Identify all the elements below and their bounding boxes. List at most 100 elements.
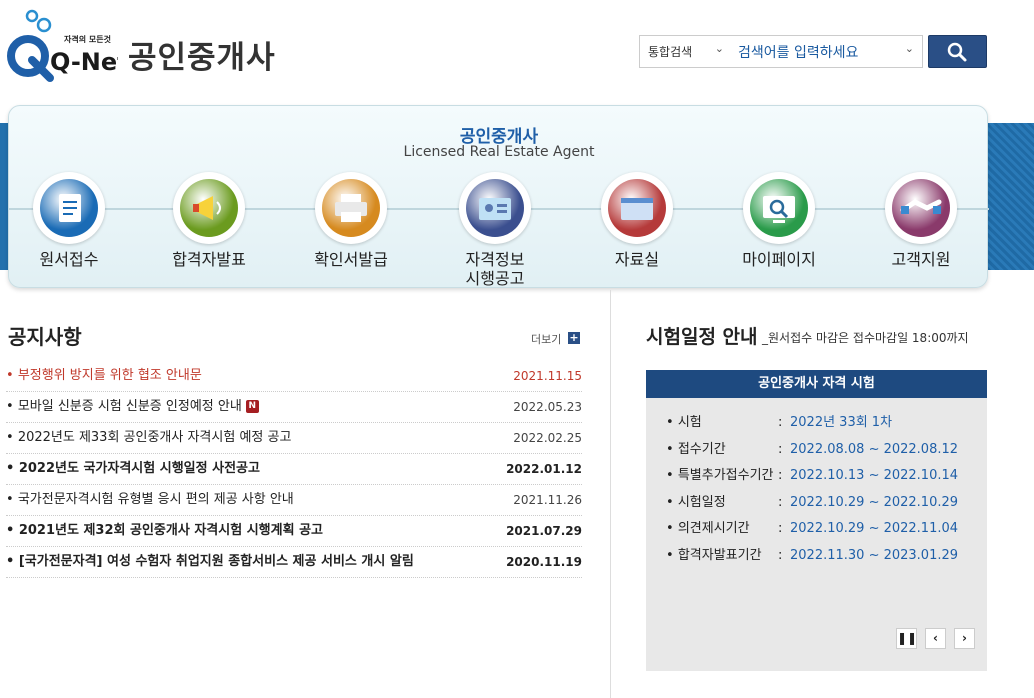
notice-item[interactable]: • 2022년도 국가자격시험 시행일정 사전공고 2022.01.12 bbox=[6, 454, 582, 485]
schedule-colon: : bbox=[778, 494, 783, 510]
schedule-row: • 특별추가접수기간:2022.10.13 ~ 2022.10.14 bbox=[666, 463, 976, 490]
notice-title[interactable]: • 2022년도 제33회 공인중개사 자격시험 예정 공고 bbox=[6, 423, 291, 453]
schedule-row: • 합격자발표기간:2022.11.30 ~ 2023.01.29 bbox=[666, 543, 976, 570]
notice-item[interactable]: • 2021년도 제32회 공인중개사 자격시험 시행계획 공고 2021.07.… bbox=[6, 516, 582, 547]
notice-date: 2022.05.23 bbox=[513, 400, 582, 414]
schedule-key: • 시험 bbox=[666, 415, 702, 430]
panel-subtitle: Licensed Real Estate Agent bbox=[403, 144, 595, 160]
prev-button[interactable]: ‹ bbox=[925, 628, 946, 649]
schedule-row: • 접수기간:2022.08.08 ~ 2022.08.12 bbox=[666, 437, 976, 464]
schedule-colon: : bbox=[778, 521, 783, 537]
notice-title[interactable]: • 국가전문자격시험 유형별 응시 편의 제공 사항 안내 bbox=[6, 485, 294, 515]
quick-menu-label: 마이페이지 bbox=[742, 250, 816, 269]
schedule-rows: • 시험:2022년 33회 1차 • 접수기간:2022.08.08 ~ 202… bbox=[666, 410, 976, 570]
schedule-colon: : bbox=[778, 547, 783, 563]
quick-menu-item-6[interactable]: 고객지원 bbox=[851, 172, 991, 269]
search-scope-value: 통합검색 bbox=[648, 45, 693, 59]
quick-menu-label: 원서접수 bbox=[39, 250, 99, 269]
quick-menu-label: 확인서발급 bbox=[314, 250, 388, 269]
menu-icon-ring bbox=[33, 172, 105, 244]
quick-menu-item-5[interactable]: 마이페이지 bbox=[709, 172, 849, 269]
id-card-icon bbox=[466, 179, 524, 237]
quick-menu-label: 자료실 bbox=[614, 250, 660, 269]
menu-icon-ring bbox=[459, 172, 531, 244]
schedule-row: • 시험일정:2022.10.29 ~ 2022.10.29 bbox=[666, 490, 976, 517]
search-input[interactable]: 검색어를 입력하세요 ⌄ bbox=[730, 35, 923, 68]
qnet-logo[interactable]: 자격의 모든것 Q-Net bbox=[6, 8, 129, 82]
schedule-heading: 시험일정 안내 bbox=[646, 326, 758, 348]
schedule-colon: : bbox=[778, 415, 783, 430]
handshake-icon bbox=[892, 179, 950, 237]
printer-icon bbox=[322, 179, 380, 237]
quick-menu-panel: 공인중개사 Licensed Real Estate Agent 원서접수 합격자… bbox=[8, 105, 991, 288]
notice-date: 2021.11.15 bbox=[513, 369, 582, 383]
menu-icon-ring bbox=[315, 172, 387, 244]
folder-icon bbox=[608, 179, 666, 237]
notice-item[interactable]: • 부정행위 방지를 위한 협조 안내문 2021.11.15 bbox=[6, 361, 582, 392]
page: 자격의 모든것 Q-Net 공인중개사 통합검색 ⌄ 검색어를 입력하세요 ⌄ … bbox=[0, 0, 1034, 698]
notice-date: 2021.07.29 bbox=[506, 524, 582, 538]
search-button[interactable] bbox=[928, 35, 987, 68]
notice-title[interactable]: • 2022년도 국가자격시험 시행일정 사전공고 bbox=[6, 454, 260, 484]
notice-item[interactable]: • 2022년도 제33회 공인중개사 자격시험 예정 공고 2022.02.25 bbox=[6, 423, 582, 454]
banner-band-pattern bbox=[987, 123, 1034, 270]
quick-menu-label: 고객지원 bbox=[891, 250, 951, 269]
plus-icon[interactable]: + bbox=[568, 332, 580, 344]
quick-menu-item-1[interactable]: 합격자발표 bbox=[139, 172, 279, 269]
notice-item[interactable]: • 모바일 신분증 시험 신분증 인정예정 안내 N 2022.05.23 bbox=[6, 392, 582, 423]
quick-menu-item-3[interactable]: 자격정보 시행공고 bbox=[425, 172, 565, 288]
chevron-down-icon: ⌄ bbox=[714, 42, 724, 55]
notice-title[interactable]: • [국가전문자격] 여성 수험자 취업지원 종합서비스 제공 서비스 개시 알… bbox=[6, 547, 414, 577]
notice-date: 2021.11.26 bbox=[513, 493, 582, 507]
schedule-key: • 의견제시기간 bbox=[666, 521, 750, 537]
document-icon bbox=[40, 179, 98, 237]
menu-icon-ring bbox=[885, 172, 957, 244]
schedule-note: _원서접수 마감은 접수마감일 18:00까지 bbox=[762, 331, 969, 345]
site-title[interactable]: 공인중개사 bbox=[128, 32, 276, 77]
logo-tagline: 자격의 모든것 bbox=[64, 34, 111, 44]
new-badge: N bbox=[245, 400, 259, 413]
notice-heading: 공지사항 bbox=[8, 325, 82, 349]
schedule-key: • 시험일정 bbox=[666, 494, 726, 510]
quick-menu-label: 합격자발표 bbox=[172, 250, 246, 269]
notice-date: 2022.01.12 bbox=[506, 462, 582, 476]
schedule-value: 2022.10.29 ~ 2022.11.04 bbox=[790, 521, 959, 537]
more-link[interactable]: 더보기 bbox=[531, 331, 561, 347]
schedule-value: 2022.10.13 ~ 2022.10.14 bbox=[790, 468, 959, 484]
schedule-value: 2022년 33회 1차 bbox=[790, 415, 893, 430]
notice-title[interactable]: • 부정행위 방지를 위한 협조 안내문 bbox=[6, 361, 202, 391]
notice-list: • 부정행위 방지를 위한 협조 안내문 2021.11.15 • 모바일 신분증 … bbox=[6, 361, 582, 578]
schedule-box: 공인중개사 자격 시험 • 시험:2022년 33회 1차 • 접수기간:2022… bbox=[646, 370, 987, 671]
schedule-key: • 합격자발표기간 bbox=[666, 547, 762, 563]
notice-title[interactable]: • 모바일 신분증 시험 신분증 인정예정 안내 N bbox=[6, 392, 259, 422]
search-placeholder: 검색어를 입력하세요 bbox=[738, 45, 859, 61]
schedule-row: • 시험:2022년 33회 1차 bbox=[666, 410, 976, 437]
quick-menu-label: 자격정보 시행공고 bbox=[465, 250, 525, 288]
megaphone-icon bbox=[180, 179, 238, 237]
schedule-key: • 특별추가접수기간 bbox=[666, 468, 774, 484]
logo-text: Q-Net bbox=[50, 48, 118, 76]
pause-button[interactable]: ❚❚ bbox=[896, 628, 917, 649]
notice-item[interactable]: • [국가전문자격] 여성 수험자 취업지원 종합서비스 제공 서비스 개시 알… bbox=[6, 547, 582, 578]
search-scope-select[interactable]: 통합검색 ⌄ bbox=[639, 35, 731, 68]
schedule-box-title: 공인중개사 자격 시험 bbox=[646, 370, 987, 398]
notice-date: 2022.02.25 bbox=[513, 431, 582, 445]
schedule-colon: : bbox=[778, 441, 783, 457]
schedule-key: • 접수기간 bbox=[666, 441, 726, 457]
schedule-colon: : bbox=[778, 468, 783, 484]
monitor-search-icon bbox=[750, 179, 808, 237]
chevron-left-icon: ‹ bbox=[933, 631, 938, 645]
notice-item[interactable]: • 국가전문자격시험 유형별 응시 편의 제공 사항 안내 2021.11.26 bbox=[6, 485, 582, 516]
schedule-value: 2022.08.08 ~ 2022.08.12 bbox=[790, 441, 959, 457]
quick-menu-item-2[interactable]: 확인서발급 bbox=[281, 172, 421, 269]
schedule-row: • 의견제시기간:2022.10.29 ~ 2022.11.04 bbox=[666, 516, 976, 543]
notice-title[interactable]: • 2021년도 제32회 공인중개사 자격시험 시행계획 공고 bbox=[6, 516, 323, 546]
quick-menu-item-0[interactable]: 원서접수 bbox=[0, 172, 139, 269]
search-icon bbox=[947, 42, 967, 62]
notice-date: 2020.11.19 bbox=[506, 555, 582, 569]
pause-icon: ❚❚ bbox=[897, 631, 918, 645]
schedule-value: 2022.10.29 ~ 2022.10.29 bbox=[790, 494, 959, 510]
menu-icon-ring bbox=[743, 172, 815, 244]
quick-menu-item-4[interactable]: 자료실 bbox=[567, 172, 707, 269]
next-button[interactable]: › bbox=[954, 628, 975, 649]
